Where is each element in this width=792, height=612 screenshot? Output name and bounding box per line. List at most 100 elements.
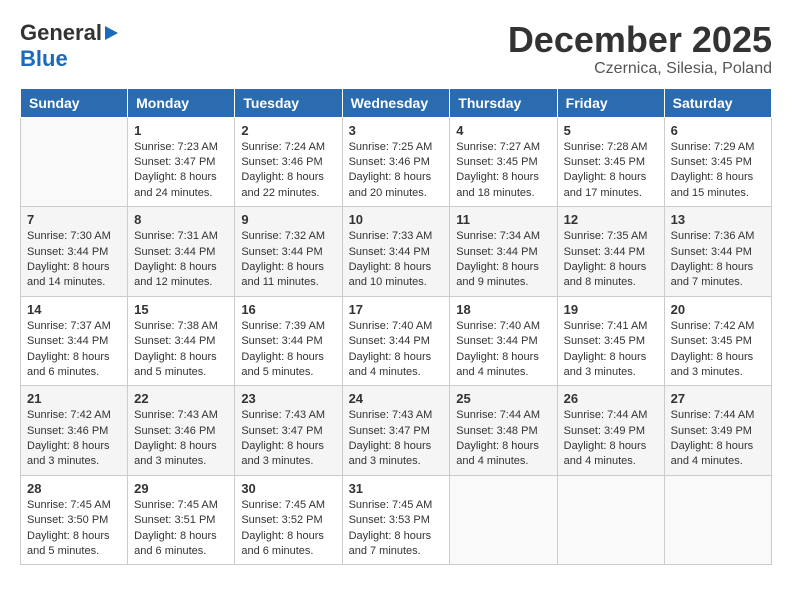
day-number: 7 <box>27 212 121 227</box>
calendar-cell <box>664 475 771 565</box>
calendar-cell: 21 Sunrise: 7:42 AMSunset: 3:46 PMDayligh… <box>21 386 128 476</box>
calendar-cell: 24 Sunrise: 7:43 AMSunset: 3:47 PMDayligh… <box>342 386 450 476</box>
day-number: 19 <box>564 302 658 317</box>
day-info: Sunrise: 7:39 AMSunset: 3:44 PMDaylight:… <box>241 319 335 381</box>
calendar-cell <box>557 475 664 565</box>
calendar-cell: 2 Sunrise: 7:24 AMSunset: 3:46 PMDaylight… <box>235 117 342 207</box>
calendar-cell: 9 Sunrise: 7:32 AMSunset: 3:44 PMDaylight… <box>235 207 342 297</box>
calendar-cell: 14Sunrise: 7:37 AMSunset: 3:44 PMDayligh… <box>21 296 128 386</box>
calendar-cell: 10 Sunrise: 7:33 AMSunset: 3:44 PMDayligh… <box>342 207 450 297</box>
column-header-wednesday: Wednesday <box>342 88 450 117</box>
day-info: Sunrise: 7:33 AMSunset: 3:44 PMDaylight:… <box>349 229 444 291</box>
day-number: 17 <box>349 302 444 317</box>
day-info: Sunrise: 7:44 AMSunset: 3:49 PMDaylight:… <box>671 408 765 470</box>
day-info: Sunrise: 7:27 AMSunset: 3:45 PMDaylight:… <box>456 140 550 202</box>
calendar-cell: 28 Sunrise: 7:45 AMSunset: 3:50 PMDayligh… <box>21 475 128 565</box>
calendar-cell: 6Sunrise: 7:29 AMSunset: 3:45 PMDaylight… <box>664 117 771 207</box>
calendar-cell: 11 Sunrise: 7:34 AMSunset: 3:44 PMDayligh… <box>450 207 557 297</box>
day-info: Sunrise: 7:43 AMSunset: 3:47 PMDaylight:… <box>241 408 335 470</box>
calendar-table: SundayMondayTuesdayWednesdayThursdayFrid… <box>20 88 772 566</box>
column-header-saturday: Saturday <box>664 88 771 117</box>
day-number: 9 <box>241 212 335 227</box>
day-info: Sunrise: 7:45 AMSunset: 3:53 PMDaylight:… <box>349 498 444 560</box>
calendar-cell: 13 Sunrise: 7:36 AMSunset: 3:44 PMDayligh… <box>664 207 771 297</box>
day-info: Sunrise: 7:37 AMSunset: 3:44 PMDaylight:… <box>27 319 121 381</box>
day-info: Sunrise: 7:25 AMSunset: 3:46 PMDaylight:… <box>349 140 444 202</box>
calendar-cell: 7 Sunrise: 7:30 AMSunset: 3:44 PMDaylight… <box>21 207 128 297</box>
day-number: 2 <box>241 123 335 138</box>
day-info: Sunrise: 7:45 AMSunset: 3:50 PMDaylight:… <box>27 498 121 560</box>
day-info: Sunrise: 7:43 AMSunset: 3:47 PMDaylight:… <box>349 408 444 470</box>
logo-blue: Blue <box>20 46 68 72</box>
logo-triangle-icon <box>105 26 118 40</box>
day-number: 3 <box>349 123 444 138</box>
column-header-friday: Friday <box>557 88 664 117</box>
day-number: 6 <box>671 123 765 138</box>
column-header-tuesday: Tuesday <box>235 88 342 117</box>
day-number: 11 <box>456 212 550 227</box>
day-number: 15 <box>134 302 228 317</box>
day-info: Sunrise: 7:38 AMSunset: 3:44 PMDaylight:… <box>134 319 228 381</box>
day-info: Sunrise: 7:30 AMSunset: 3:44 PMDaylight:… <box>27 229 121 291</box>
calendar-cell: 29Sunrise: 7:45 AMSunset: 3:51 PMDayligh… <box>128 475 235 565</box>
day-info: Sunrise: 7:35 AMSunset: 3:44 PMDaylight:… <box>564 229 658 291</box>
page-header: General Blue December 2025 Czernica, Sil… <box>20 20 772 78</box>
calendar-week-row: 14Sunrise: 7:37 AMSunset: 3:44 PMDayligh… <box>21 296 772 386</box>
calendar-cell: 1 Sunrise: 7:23 AMSunset: 3:47 PMDaylight… <box>128 117 235 207</box>
title-block: December 2025 Czernica, Silesia, Poland <box>508 20 772 78</box>
column-header-monday: Monday <box>128 88 235 117</box>
day-number: 1 <box>134 123 228 138</box>
day-info: Sunrise: 7:44 AMSunset: 3:48 PMDaylight:… <box>456 408 550 470</box>
location: Czernica, Silesia, Poland <box>508 60 772 78</box>
day-info: Sunrise: 7:45 AMSunset: 3:52 PMDaylight:… <box>241 498 335 560</box>
day-info: Sunrise: 7:44 AMSunset: 3:49 PMDaylight:… <box>564 408 658 470</box>
day-number: 22 <box>134 391 228 406</box>
day-number: 13 <box>671 212 765 227</box>
day-number: 16 <box>241 302 335 317</box>
day-info: Sunrise: 7:32 AMSunset: 3:44 PMDaylight:… <box>241 229 335 291</box>
day-number: 23 <box>241 391 335 406</box>
calendar-cell <box>450 475 557 565</box>
calendar-cell: 30Sunrise: 7:45 AMSunset: 3:52 PMDayligh… <box>235 475 342 565</box>
calendar-cell: 12 Sunrise: 7:35 AMSunset: 3:44 PMDayligh… <box>557 207 664 297</box>
calendar-week-row: 7 Sunrise: 7:30 AMSunset: 3:44 PMDaylight… <box>21 207 772 297</box>
day-number: 21 <box>27 391 121 406</box>
day-number: 12 <box>564 212 658 227</box>
day-info: Sunrise: 7:34 AMSunset: 3:44 PMDaylight:… <box>456 229 550 291</box>
day-info: Sunrise: 7:24 AMSunset: 3:46 PMDaylight:… <box>241 140 335 202</box>
day-info: Sunrise: 7:45 AMSunset: 3:51 PMDaylight:… <box>134 498 228 560</box>
day-number: 10 <box>349 212 444 227</box>
day-info: Sunrise: 7:42 AMSunset: 3:45 PMDaylight:… <box>671 319 765 381</box>
day-info: Sunrise: 7:31 AMSunset: 3:44 PMDaylight:… <box>134 229 228 291</box>
day-number: 20 <box>671 302 765 317</box>
calendar-cell: 19Sunrise: 7:41 AMSunset: 3:45 PMDayligh… <box>557 296 664 386</box>
day-info: Sunrise: 7:43 AMSunset: 3:46 PMDaylight:… <box>134 408 228 470</box>
calendar-cell: 5Sunrise: 7:28 AMSunset: 3:45 PMDaylight… <box>557 117 664 207</box>
month-title: December 2025 <box>508 20 772 60</box>
day-info: Sunrise: 7:40 AMSunset: 3:44 PMDaylight:… <box>456 319 550 381</box>
calendar-cell: 20 Sunrise: 7:42 AMSunset: 3:45 PMDayligh… <box>664 296 771 386</box>
calendar-cell: 26 Sunrise: 7:44 AMSunset: 3:49 PMDayligh… <box>557 386 664 476</box>
day-info: Sunrise: 7:40 AMSunset: 3:44 PMDaylight:… <box>349 319 444 381</box>
calendar-cell: 17 Sunrise: 7:40 AMSunset: 3:44 PMDayligh… <box>342 296 450 386</box>
calendar-cell: 22 Sunrise: 7:43 AMSunset: 3:46 PMDayligh… <box>128 386 235 476</box>
day-info: Sunrise: 7:42 AMSunset: 3:46 PMDaylight:… <box>27 408 121 470</box>
calendar-cell: 18Sunrise: 7:40 AMSunset: 3:44 PMDayligh… <box>450 296 557 386</box>
calendar-cell: 23 Sunrise: 7:43 AMSunset: 3:47 PMDayligh… <box>235 386 342 476</box>
day-number: 25 <box>456 391 550 406</box>
day-number: 27 <box>671 391 765 406</box>
calendar-cell: 31Sunrise: 7:45 AMSunset: 3:53 PMDayligh… <box>342 475 450 565</box>
day-info: Sunrise: 7:36 AMSunset: 3:44 PMDaylight:… <box>671 229 765 291</box>
day-number: 8 <box>134 212 228 227</box>
calendar-cell: 27 Sunrise: 7:44 AMSunset: 3:49 PMDayligh… <box>664 386 771 476</box>
day-number: 4 <box>456 123 550 138</box>
day-number: 28 <box>27 481 121 496</box>
day-number: 24 <box>349 391 444 406</box>
day-info: Sunrise: 7:23 AMSunset: 3:47 PMDaylight:… <box>134 140 228 202</box>
day-number: 5 <box>564 123 658 138</box>
calendar-cell: 25 Sunrise: 7:44 AMSunset: 3:48 PMDayligh… <box>450 386 557 476</box>
calendar-cell: 4 Sunrise: 7:27 AMSunset: 3:45 PMDaylight… <box>450 117 557 207</box>
calendar-week-row: 21 Sunrise: 7:42 AMSunset: 3:46 PMDayligh… <box>21 386 772 476</box>
day-number: 26 <box>564 391 658 406</box>
calendar-cell <box>21 117 128 207</box>
